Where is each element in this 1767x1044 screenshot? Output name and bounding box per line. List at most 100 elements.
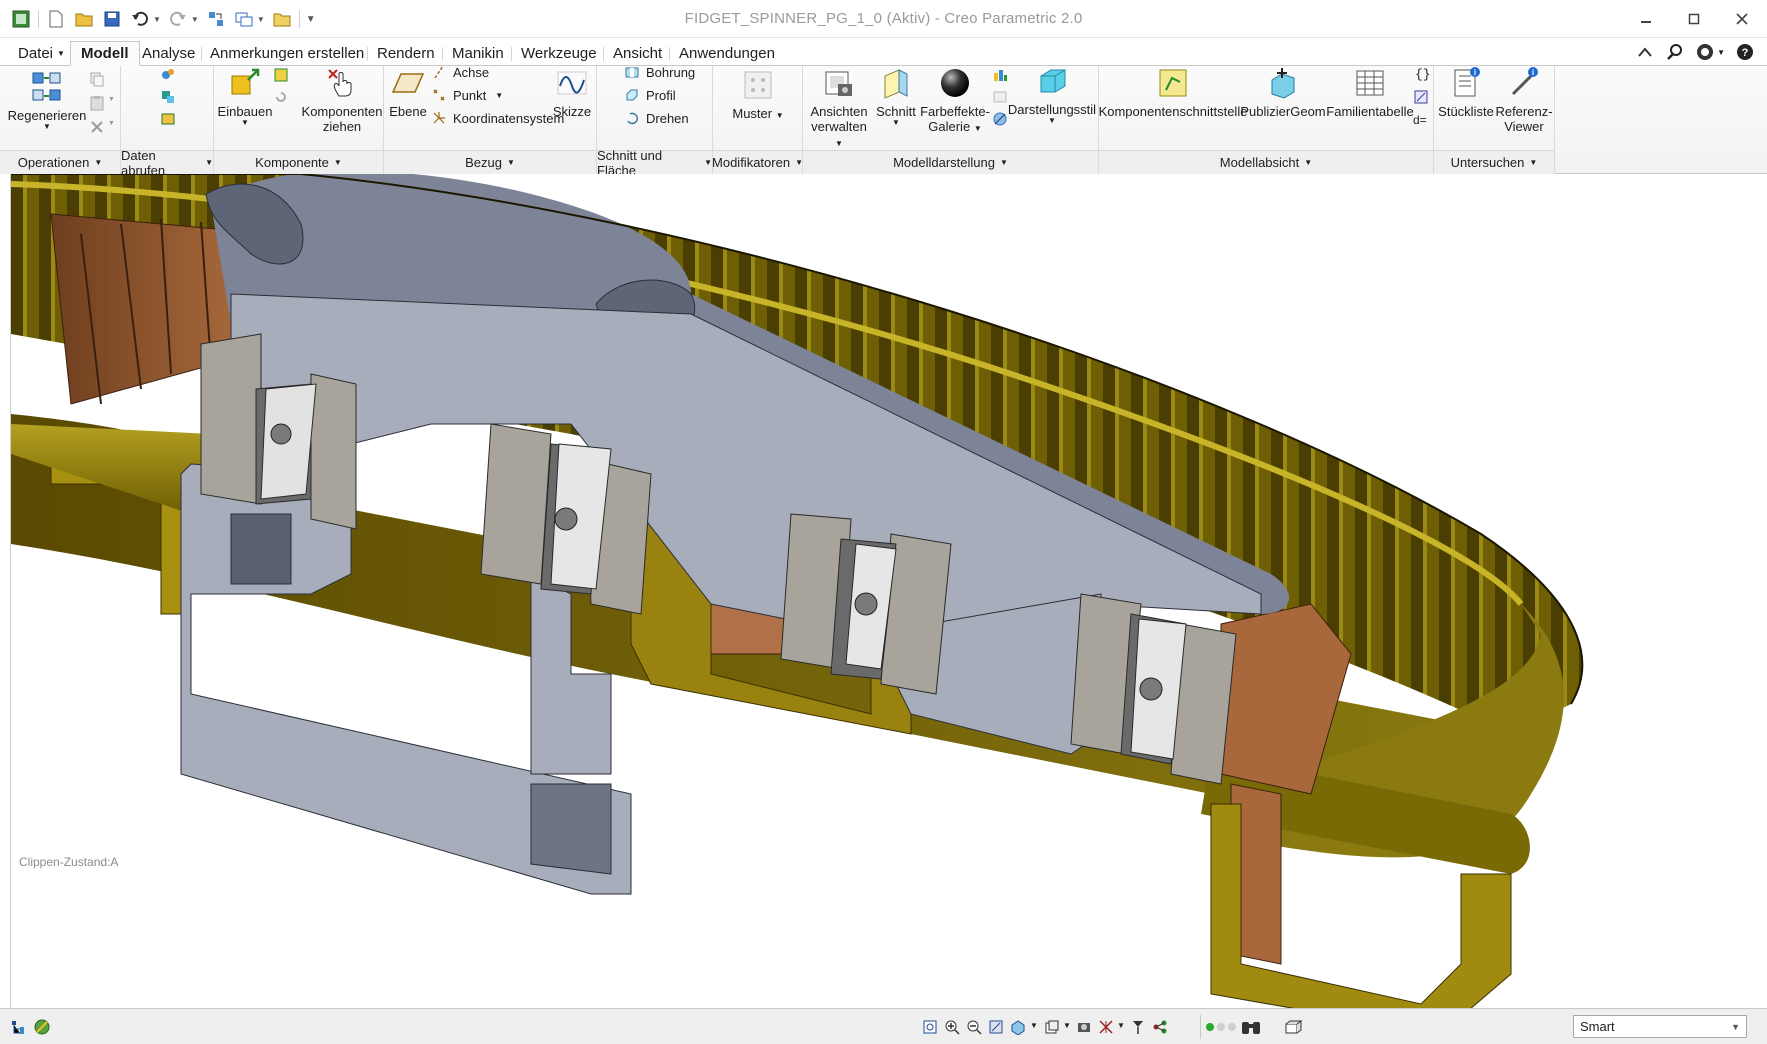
tab-werkzeuge[interactable]: Werkzeuge (511, 41, 607, 66)
repeat-icon[interactable] (272, 88, 290, 106)
relations-icon[interactable]: {} (1412, 64, 1430, 82)
create-component-icon[interactable] (272, 66, 290, 84)
publish-geometry-icon (1266, 66, 1300, 100)
chevron-down-icon: ▼ (795, 158, 803, 167)
model-render[interactable] (11, 174, 1767, 1008)
chevron-down-icon: ▼ (1731, 1021, 1740, 1032)
arm-bore-left (230, 513, 292, 585)
muster-label: Muster ▼ (732, 106, 783, 123)
komponenten-ziehen-button[interactable]: Komponenten ziehen (302, 66, 382, 134)
refit-icon[interactable] (920, 1017, 940, 1037)
paste-icon[interactable] (88, 94, 106, 112)
section-icon (879, 66, 913, 100)
switch-dimensions-icon[interactable]: d= (1412, 110, 1430, 128)
tab-anmerkungen[interactable]: Anmerkungen erstellen (200, 41, 374, 66)
profil-button[interactable]: Profil (623, 85, 676, 105)
chevron-down-icon[interactable]: ▼ (108, 120, 115, 127)
chevron-down-icon: ▼ (43, 122, 51, 131)
chevron-down-icon[interactable]: ▼ (1030, 1021, 1038, 1030)
separator (1200, 1015, 1201, 1039)
graphics-viewport[interactable]: Clippen-Zustand:A (10, 174, 1767, 1008)
shading-icon[interactable] (1008, 1017, 1028, 1037)
button-label: Farbeffekte- (920, 104, 990, 119)
group-label[interactable]: Modellabsicht ▼ (1099, 150, 1433, 174)
ebene-button[interactable]: Ebene (388, 66, 428, 119)
chevron-down-icon[interactable]: ▼ (1063, 1021, 1071, 1030)
chevron-down-icon: ▼ (57, 49, 65, 58)
selection-filter-value: Smart (1580, 1019, 1615, 1034)
tab-datei[interactable]: Datei ▼ (8, 41, 75, 66)
annotation-display-icon[interactable] (1150, 1017, 1170, 1037)
copy-icon[interactable] (88, 70, 106, 88)
group-label[interactable]: Operationen ▼ (0, 150, 120, 174)
farbeffekte-galerie-button[interactable]: Farbeffekte- Galerie ▼ (920, 66, 990, 136)
chevron-down-icon[interactable]: ▼ (108, 96, 115, 103)
user-defined-feature-icon[interactable] (159, 66, 177, 84)
help-icon[interactable]: ? (1735, 42, 1755, 62)
muster-button[interactable]: Muster ▼ (725, 68, 791, 123)
scene-icon[interactable] (991, 88, 1009, 106)
close-icon[interactable] (1731, 8, 1753, 30)
group-label[interactable]: Untersuchen ▼ (1434, 150, 1554, 174)
group-label[interactable]: Modifikatoren ▼ (712, 150, 803, 174)
shrinkwrap-icon[interactable] (159, 110, 177, 128)
schnitt-button[interactable]: Schnitt ▼ (875, 66, 917, 127)
selection-filter-dropdown[interactable]: Smart ▼ (1573, 1015, 1747, 1038)
search-icon[interactable] (1665, 42, 1685, 62)
ansichten-label-2: verwalten ▼ (807, 119, 871, 151)
drehen-button[interactable]: Drehen (623, 108, 689, 128)
spin-center-icon[interactable] (1128, 1017, 1148, 1037)
saved-views-icon[interactable] (1042, 1017, 1062, 1037)
copy-geometry-icon[interactable] (159, 88, 177, 106)
publiziergeom-button[interactable]: PublizierGeom (1240, 66, 1326, 119)
delete-icon[interactable] (88, 118, 106, 136)
ribbon-panel: Regenerieren ▼ ▼ ▼ Operationen ▼ Daten ab… (0, 64, 1767, 178)
skizze-button[interactable]: Skizze (550, 66, 594, 119)
button-label: Muster (732, 106, 773, 121)
regenerieren-button[interactable]: Regenerieren ▼ (8, 70, 86, 131)
group-label-text: Komponente (255, 155, 329, 170)
ansichten-verwalten-button[interactable]: Ansichten verwalten ▼ (807, 66, 871, 151)
maximize-icon[interactable] (1683, 8, 1705, 30)
collapse-ribbon-icon[interactable] (1635, 42, 1655, 62)
find-icon[interactable] (1238, 1014, 1264, 1040)
model-tree-icon[interactable] (8, 1017, 28, 1037)
display-style-settings-icon[interactable] (991, 110, 1009, 128)
button-label: Viewer (1504, 119, 1544, 134)
minimize-icon[interactable] (1635, 8, 1657, 30)
bohrung-button[interactable]: Bohrung (623, 62, 695, 82)
referenz-viewer-button[interactable]: i Referenz- Viewer (1494, 66, 1554, 134)
repaint-icon[interactable] (986, 1017, 1006, 1037)
komponentenschnittstelle-button[interactable]: Komponentenschnittstelle (1099, 66, 1247, 119)
selection-box-icon[interactable] (1280, 1014, 1306, 1040)
zoom-in-icon[interactable] (942, 1017, 962, 1037)
tab-analyse[interactable]: Analyse (132, 41, 205, 66)
achse-button[interactable]: Achse (430, 62, 489, 82)
navigator-icon[interactable] (32, 1017, 52, 1037)
appearance-manager-icon[interactable] (991, 66, 1009, 84)
button-label: ziehen (322, 119, 362, 134)
view-manager-icon[interactable] (1074, 1017, 1094, 1037)
group-label[interactable]: Komponente ▼ (214, 150, 383, 174)
zoom-out-icon[interactable] (964, 1017, 984, 1037)
chevron-down-icon[interactable]: ▼ (1117, 1021, 1125, 1030)
component-interface-icon (1156, 66, 1190, 100)
community-icon[interactable] (1695, 42, 1715, 62)
punkt-button[interactable]: Punkt ▼ (430, 85, 503, 105)
parameters-icon[interactable] (1412, 88, 1430, 106)
group-label[interactable]: Bezug ▼ (384, 150, 596, 174)
familientabelle-button[interactable]: Familientabelle (1325, 66, 1415, 119)
button-label: verwalten (811, 119, 867, 134)
koordinatensystem-button[interactable]: Koordinatensystem (430, 108, 564, 128)
einbauen-button[interactable]: Einbauen ▼ (218, 66, 272, 127)
stueckliste-button[interactable]: i Stückliste (1438, 66, 1494, 119)
button-label: Skizze (552, 104, 592, 119)
group-label[interactable]: Schnitt und Fläche ▼ (597, 148, 712, 178)
tab-label: Anwendungen (679, 45, 775, 62)
datum-display-icon[interactable] (1096, 1017, 1116, 1037)
chevron-down-icon[interactable]: ▼ (1717, 48, 1725, 57)
group-label[interactable]: Daten abrufen ▼ (121, 148, 213, 178)
tab-modell[interactable]: Modell (70, 41, 140, 66)
darstellungsstil-button[interactable]: Darstellungsstil ▼ (1008, 64, 1096, 125)
group-label[interactable]: Modelldarstellung ▼ (803, 150, 1098, 174)
